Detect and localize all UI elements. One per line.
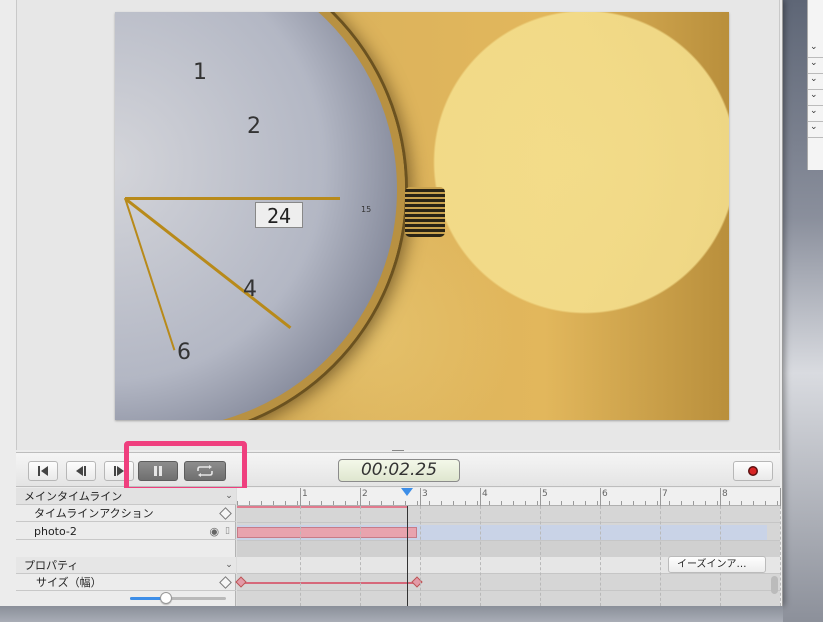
playhead-handle[interactable] [401,488,413,496]
ruler-major-tick [300,488,301,506]
ruler-major-tick [360,488,361,506]
timeline-panel: メインタイムライン ⌄ タイムラインアクション photo-2 ◉ ▯ プロパテ… [16,488,783,606]
step-back-button[interactable] [66,461,96,481]
keyframe-marker[interactable] [235,576,247,588]
background-row: ⌄ [808,42,823,58]
skip-to-start-icon [37,466,49,476]
ruler-number: 3 [422,489,428,499]
timecode-display: 00:02.25 [338,459,460,482]
zoom-slider[interactable] [130,592,226,604]
desktop-background [0,606,783,622]
layer-name: photo-2 [34,524,77,538]
dial-number: 2 [247,114,261,139]
background-row: ⌄ [808,122,823,138]
layer-row[interactable]: photo-2 ◉ ▯ [16,523,236,540]
properties-header-row: プロパティ ⌄ [16,557,236,574]
chevron-down-icon[interactable]: ⌄ [222,560,236,570]
property-row-size[interactable]: サイズ（幅） [16,574,236,591]
background-window-panel: ⌄ ⌄ ⌄ ⌄ ⌄ ⌄ [807,0,823,170]
ruler-number: 4 [482,489,488,499]
ruler-number: 2 [362,489,368,499]
ruler-major-tick [780,488,781,506]
ruler-number: 8 [722,489,728,499]
timeline-action-row[interactable]: タイムラインアクション [16,505,236,522]
ruler-number: 5 [542,489,548,499]
background-row: ⌄ [808,90,823,106]
grid-line [420,506,421,606]
background-row: ⌄ [808,58,823,74]
add-keyframe-icon[interactable] [219,575,232,589]
grid-line [600,506,601,606]
work-area-bar [237,506,407,508]
grid-line [540,506,541,606]
background-row: ⌄ [808,106,823,122]
grid-line [360,506,361,606]
playhead-line[interactable] [407,506,408,606]
skip-to-start-button[interactable] [28,461,58,481]
dial-number: 4 [243,277,257,302]
grid-line [480,506,481,606]
add-keyframe-icon[interactable] [219,506,232,520]
preview-stage: 1 2 4 6 24 15 [16,0,780,450]
layer-clip[interactable] [237,527,417,538]
grid-line [660,506,661,606]
ruler-number: 6 [602,489,608,499]
chevron-down-icon[interactable]: ⌄ [222,491,236,501]
ruler-major-tick [600,488,601,506]
ruler-major-tick [480,488,481,506]
dial-number: 1 [193,60,207,85]
lock-icon[interactable]: ▯ [225,526,230,536]
watch-crown [405,187,445,237]
step-back-icon [75,466,87,476]
track-row-size [235,574,780,591]
keyframe-interpolation [237,582,417,584]
timeline-action-label: タイムラインアクション [34,507,154,520]
properties-label: プロパティ [24,559,79,572]
dial-number: 6 [177,340,191,365]
ruler-number: 9 [782,489,783,499]
grid-line [300,506,301,606]
highlight-annotation [124,441,247,492]
ruler-number: 1 [302,489,308,499]
ruler-major-tick [420,488,421,506]
vertical-scrollbar[interactable] [771,576,778,594]
ease-select[interactable]: イーズインア… [668,556,766,573]
visibility-eye-icon[interactable]: ◉ [209,525,219,538]
track-row-action [237,506,780,523]
timeline-layer-list: メインタイムライン ⌄ タイムラインアクション photo-2 ◉ ▯ プロパテ… [16,488,236,606]
ruler-major-tick [540,488,541,506]
ruler-major-tick [720,488,721,506]
zoom-slider-knob[interactable] [160,592,172,604]
date-window: 24 [255,202,303,228]
dial-small-mark: 15 [361,205,372,214]
main-timeline-label: メインタイムライン [24,490,123,503]
main-window: 1 2 4 6 24 15 00:02.25 メインタイムライン ⌄ タイムライ… [0,0,783,606]
ruler-major-tick [660,488,661,506]
main-timeline-row[interactable]: メインタイムライン ⌄ [16,488,236,505]
background-row: ⌄ [808,74,823,90]
property-size-label: サイズ（幅） [36,576,102,589]
record-icon [747,465,759,477]
watch-hand [125,197,340,200]
grid-line [780,506,781,606]
track-row-layer [237,524,780,541]
time-ruler[interactable]: 1 2 3 4 5 6 7 8 9 [237,488,783,506]
record-button[interactable] [733,461,773,481]
photo-preview[interactable]: 1 2 4 6 24 15 [115,12,729,420]
ruler-number: 7 [662,489,668,499]
